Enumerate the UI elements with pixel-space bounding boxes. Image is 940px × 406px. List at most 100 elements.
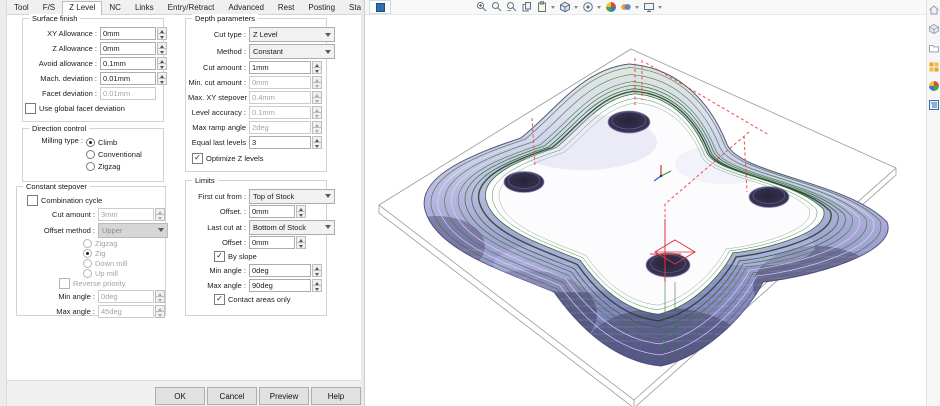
tab-links[interactable]: Links [128,1,161,14]
climb-radio[interactable] [86,137,95,147]
mach-deviation-input[interactable]: 0.01mm [100,72,156,85]
offset2-spinner[interactable] [296,236,306,249]
dp-cut-amount-spinner[interactable] [312,61,322,74]
viewport-canvas[interactable] [365,14,926,406]
last-cut-dropdown[interactable]: Bottom of Stock [249,219,335,235]
display-dropdown-caret[interactable] [658,5,662,9]
tab-advanced[interactable]: Advanced [221,1,271,14]
contact-areas-checkbox[interactable] [214,294,225,305]
contact-areas-row[interactable]: Contact areas only [188,293,324,306]
material-dropdown-caret[interactable] [635,5,639,9]
tab-posting[interactable]: Posting [301,1,342,14]
conventional-radio[interactable] [86,149,95,159]
offset2-input[interactable]: 0mm [249,236,295,249]
render-icon[interactable] [604,1,617,14]
cut-type-row: Cut type : Z Level [188,26,335,43]
stock-box-icon[interactable] [928,23,940,35]
by-slope-checkbox[interactable] [214,251,225,262]
visibility-dropdown-caret[interactable] [597,5,601,9]
shade-mode-icon[interactable] [558,1,571,14]
combination-cycle-row[interactable]: Combination cycle [19,194,163,207]
tab-tool[interactable]: Tool [7,1,36,14]
max-ramp-angle-label: Max ramp angle [192,123,246,132]
milling-zigzag-option[interactable]: Zigzag [86,160,142,172]
milling-climb-option[interactable]: Climb [86,136,142,148]
mach-deviation-row: Mach. deviation : 0.01mm [25,71,167,86]
equal-last-levels-spinner[interactable] [312,136,322,149]
first-cut-row: First cut from : Top of Stock [188,188,335,204]
folder-icon[interactable] [928,42,940,54]
offset-method-label: Offset method : [43,225,95,235]
tab-fs[interactable]: F/S [36,1,62,14]
cancel-button[interactable]: Cancel [207,387,257,405]
combination-cycle-checkbox[interactable] [27,195,38,206]
help-button[interactable]: Help [311,387,361,405]
zigzag-radio[interactable] [86,161,95,171]
paste-icon[interactable] [535,1,548,14]
cs-min-angle-label: Min angle : [58,292,95,301]
cs-min-angle-spinner[interactable] [155,290,165,303]
xy-allowance-input[interactable]: 0mm [100,27,156,40]
first-cut-label: First cut from : [198,191,246,201]
display-icon[interactable] [642,1,655,14]
level-accuracy-label: Level accuracy : [191,108,246,117]
shade-dropdown-caret[interactable] [574,5,578,9]
lim-min-angle-spinner[interactable] [312,264,322,277]
optimize-z-row[interactable]: Optimize Z levels [188,150,324,167]
tab-rest[interactable]: Rest [271,1,301,14]
cs-upmill-option: Up mill [83,268,163,278]
avoid-allowance-input[interactable]: 0.1mm [100,57,156,70]
milling-type-label: Milling type : [41,136,83,145]
preview-button[interactable]: Preview [259,387,309,405]
stop-button[interactable] [369,0,391,14]
tab-entry-retract[interactable]: Entry/Retract [161,1,222,14]
zoom-window-icon[interactable] [490,1,503,14]
offset1-spinner[interactable] [296,205,306,218]
cs-zigzag-radio [83,238,92,248]
z-allowance-input[interactable]: 0mm [100,42,156,55]
zoom-dynamic-icon[interactable] [505,1,518,14]
avoid-allowance-label: Avoid allowance : [38,59,97,68]
paste-dropdown-caret[interactable] [551,5,555,9]
equal-last-levels-input[interactable]: 3 [249,136,311,149]
cut-type-label: Cut type : [213,30,246,39]
offset-method-row: Offset method : Upper [19,222,168,238]
colors-icon[interactable] [928,80,940,92]
avoid-allowance-spinner[interactable] [157,57,167,70]
cs-max-angle-input[interactable]: 45deg [98,305,154,318]
tab-z-level[interactable]: Z Level [62,1,103,15]
dp-cut-amount-input[interactable]: 1mm [249,61,311,74]
use-global-facet-checkbox[interactable] [25,103,36,114]
cut-type-dropdown[interactable]: Z Level [249,27,335,42]
reverse-priority-checkbox [59,278,70,289]
z-allowance-spinner[interactable] [157,42,167,55]
ok-button[interactable]: OK [155,387,205,405]
lim-min-angle-input[interactable]: 0deg [249,264,311,277]
method-dropdown[interactable]: Constant [249,44,335,59]
visibility-icon[interactable] [581,1,594,14]
material-icon[interactable] [619,1,632,14]
app-window: Tool F/S Z Level NC Links Entry/Retract … [0,0,940,406]
lim-max-angle-input[interactable]: 90deg [249,279,311,292]
first-cut-dropdown[interactable]: Top of Stock [249,188,335,204]
mach-deviation-spinner[interactable] [157,72,167,85]
home-icon[interactable] [928,4,940,16]
max-ramp-angle-input: 2deg [249,121,311,134]
zoom-in-icon[interactable] [475,1,488,14]
fixture-icon[interactable] [928,61,940,73]
cs-min-angle-input[interactable]: 0deg [98,290,154,303]
equal-last-levels-row: Equal last levels 3 [188,135,324,150]
optimize-z-checkbox[interactable] [192,153,203,164]
group-direction-control: Direction control Milling type : Climb C… [22,124,164,182]
lim-max-angle-spinner[interactable] [312,279,322,292]
viewport-toolbar [365,0,926,15]
offset1-input[interactable]: 0mm [249,205,295,218]
copy-icon[interactable] [520,1,533,14]
by-slope-row[interactable]: By slope [188,250,324,263]
xy-allowance-spinner[interactable] [157,27,167,40]
tab-nc[interactable]: NC [102,1,128,14]
group-title: Depth parameters [192,14,259,23]
operation-tree-icon[interactable] [928,99,940,111]
cs-max-angle-spinner[interactable] [155,305,165,318]
milling-conventional-option[interactable]: Conventional [86,148,142,160]
